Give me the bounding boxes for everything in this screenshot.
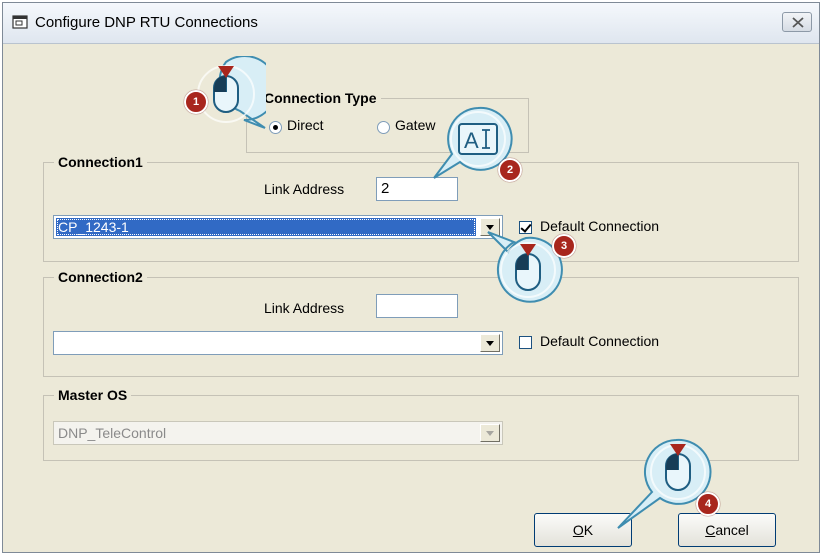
callout-4-badge: 4: [696, 492, 720, 516]
connection1-combo[interactable]: CP_1243-1: [53, 215, 503, 239]
callout-3: 3: [478, 230, 576, 304]
callout-1: 1: [184, 55, 278, 132]
callout-2-glyph: A: [464, 128, 479, 153]
master-os-legend: Master OS: [54, 387, 132, 403]
master-os-combo: DNP_TeleControl: [53, 421, 503, 445]
close-button[interactable]: [782, 12, 812, 32]
radio-direct[interactable]: [269, 121, 282, 134]
chevron-down-icon: [480, 424, 500, 442]
connection2-combo-value: [56, 334, 476, 352]
connection2-link-address-label: Link Address: [264, 300, 345, 316]
connection1-combo-value: CP_1243-1: [56, 218, 476, 236]
connection2-combo[interactable]: [53, 331, 503, 355]
callout-1-badge: 1: [184, 90, 208, 114]
connection2-link-address-input[interactable]: [376, 294, 458, 318]
radio-gateway[interactable]: [377, 121, 390, 134]
ok-label: K: [583, 522, 594, 538]
mouse-click-icon: [617, 438, 712, 529]
callout-4: 4: [608, 436, 720, 530]
connection2-group: Connection2 Link Address Default Connect…: [43, 269, 799, 377]
connection-type-legend: Connection Type: [260, 90, 381, 106]
dialog-icon: [12, 15, 28, 29]
connection2-legend: Connection2: [54, 269, 147, 285]
connection1-group: Connection1 Link Address 2 CP_1243-1 Def…: [43, 154, 799, 262]
cancel-label: ancel: [715, 522, 749, 538]
close-icon: [792, 17, 804, 28]
connection1-legend: Connection1: [54, 154, 147, 170]
connection2-default-checkbox[interactable]: [519, 336, 532, 349]
master-os-combo-value: DNP_TeleControl: [58, 425, 167, 441]
callout-2: A 2: [426, 102, 522, 182]
chevron-down-icon[interactable]: [480, 334, 500, 352]
callout-3-badge: 3: [552, 234, 576, 258]
window-title: Configure DNP RTU Connections: [35, 14, 258, 31]
radio-direct-label: Direct: [287, 117, 324, 133]
connection1-link-address-label: Link Address: [264, 181, 345, 197]
ok-accelerator: O: [572, 522, 584, 538]
callout-2-badge: 2: [498, 158, 522, 182]
title-bar[interactable]: Configure DNP RTU Connections: [3, 3, 819, 44]
connection2-default-label: Default Connection: [540, 333, 660, 349]
